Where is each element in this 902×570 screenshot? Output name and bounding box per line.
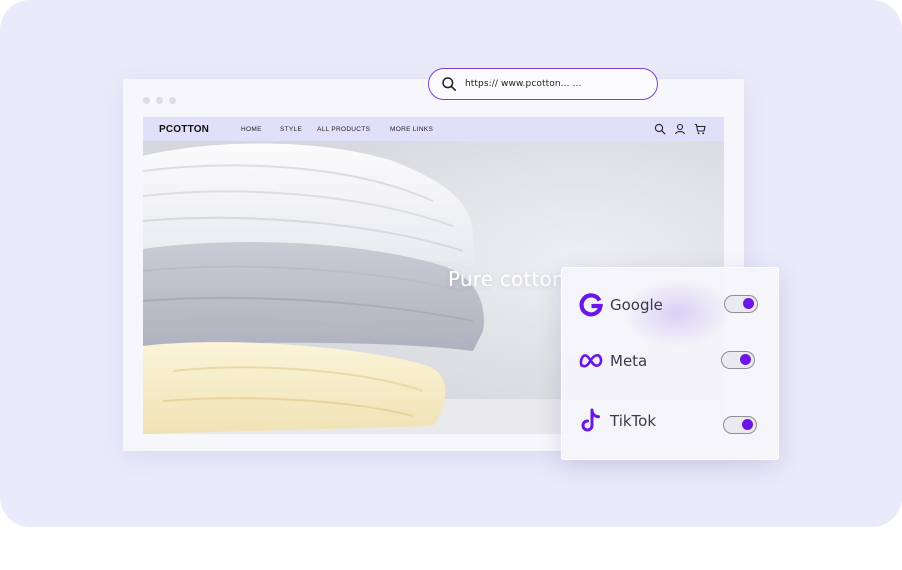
- channel-row-google: Google: [578, 292, 663, 318]
- toggle-knob: [740, 354, 751, 365]
- nav-all-products[interactable]: ALL PRODUCTS: [317, 126, 370, 133]
- brand-logo[interactable]: PCOTTON: [159, 124, 209, 135]
- hero-title: Pure cotton: [448, 267, 565, 291]
- nav-home[interactable]: HOME: [241, 126, 262, 133]
- channel-label: Google: [610, 296, 663, 314]
- channel-label: Meta: [610, 352, 648, 370]
- nav-style[interactable]: STYLE: [280, 126, 302, 133]
- toggle-knob: [743, 298, 754, 309]
- ad-channels-panel: Google Meta TikTok: [561, 267, 779, 460]
- toggle-knob: [742, 419, 753, 430]
- url-text[interactable]: https:// www.pcotton... ...: [465, 79, 581, 89]
- address-bar[interactable]: https:// www.pcotton... ...: [428, 68, 658, 100]
- channel-row-meta: Meta: [578, 348, 647, 374]
- google-logo-icon: [578, 292, 604, 318]
- window-dot[interactable]: [156, 97, 163, 104]
- channel-row-tiktok: TikTok: [578, 408, 656, 434]
- site-navbar: PCOTTON HOME STYLE ALL PRODUCTS MORE LIN…: [143, 117, 724, 141]
- user-icon[interactable]: [674, 123, 686, 135]
- nav-icons: [654, 123, 706, 135]
- cart-icon[interactable]: [694, 123, 706, 135]
- tiktok-logo-icon: [578, 408, 604, 434]
- meta-logo-icon: [578, 348, 604, 374]
- google-toggle[interactable]: [724, 295, 758, 313]
- channel-label: TikTok: [610, 412, 657, 430]
- meta-toggle[interactable]: [721, 351, 755, 369]
- tiktok-toggle[interactable]: [723, 416, 757, 434]
- nav-more-links[interactable]: MORE LINKS: [390, 126, 433, 133]
- search-icon: [441, 76, 457, 92]
- window-dot[interactable]: [169, 97, 176, 104]
- search-icon[interactable]: [654, 123, 666, 135]
- window-dots: [143, 97, 176, 104]
- window-dot[interactable]: [143, 97, 150, 104]
